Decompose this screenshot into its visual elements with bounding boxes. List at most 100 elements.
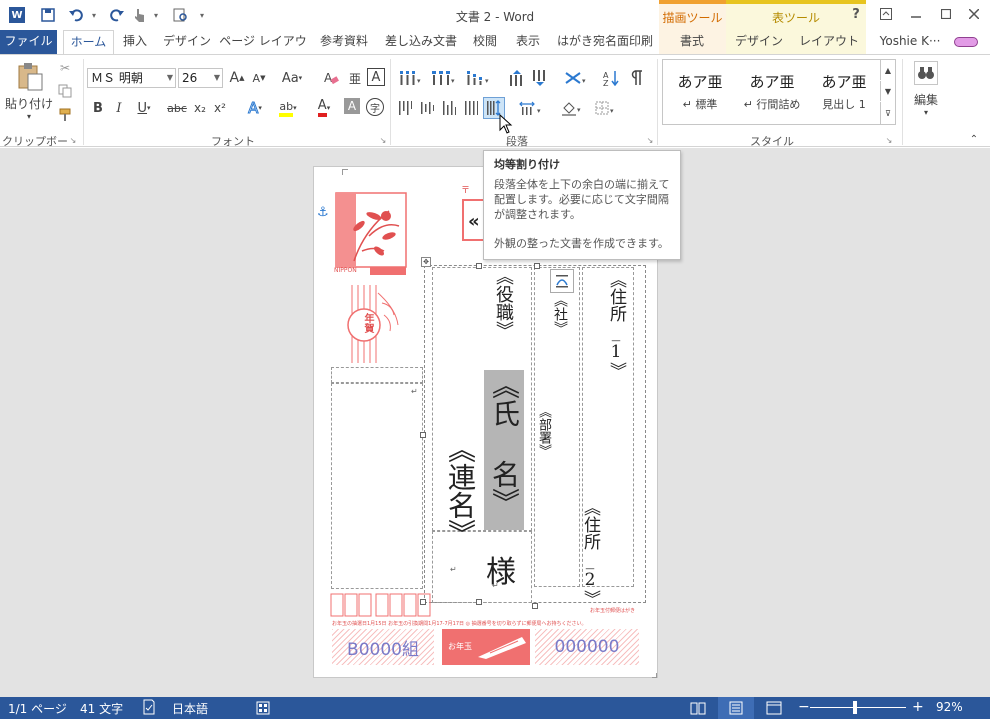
- undo-icon[interactable]: [66, 6, 86, 24]
- style-heading-1[interactable]: あア亜 見出し 1: [810, 59, 878, 117]
- align-bottom-button[interactable]: [440, 98, 458, 118]
- resize-handle[interactable]: [534, 263, 540, 269]
- find-binoculars-icon[interactable]: [914, 61, 938, 85]
- change-case-dropdown-icon[interactable]: ▾: [299, 74, 303, 82]
- phonetic-guide-button[interactable]: 亜: [346, 68, 364, 88]
- zoom-in-button[interactable]: +: [912, 699, 924, 715]
- tab-table-layout[interactable]: レイアウト: [797, 30, 861, 54]
- zoom-level[interactable]: 92%: [936, 700, 963, 714]
- paste-button[interactable]: 貼り付け: [3, 95, 55, 111]
- tab-design[interactable]: デザイン: [160, 30, 214, 54]
- show-hide-marks-button[interactable]: [626, 68, 646, 88]
- tab-home[interactable]: ホーム: [63, 30, 114, 55]
- numbering-button[interactable]: ▾: [428, 68, 458, 88]
- tab-view[interactable]: 表示: [508, 30, 548, 54]
- ribbon-display-options-button[interactable]: [873, 3, 899, 25]
- bullets-button[interactable]: ▾: [396, 68, 424, 88]
- maximize-button[interactable]: [933, 3, 959, 25]
- editing-button[interactable]: 編集: [906, 91, 946, 107]
- font-size-dropdown-icon[interactable]: ▼: [214, 69, 220, 87]
- proofing-icon[interactable]: [142, 699, 156, 718]
- cut-icon[interactable]: ✂: [56, 59, 74, 77]
- superscript-button[interactable]: x²: [211, 98, 229, 118]
- sender-address-frame[interactable]: [331, 383, 423, 589]
- word-app-icon[interactable]: W: [9, 7, 25, 23]
- style-no-spacing[interactable]: あア亜 ↵ 行間詰め: [738, 59, 806, 117]
- subscript-button[interactable]: x₂: [191, 98, 209, 118]
- user-account[interactable]: Yoshie K···: [868, 30, 952, 54]
- sort-button[interactable]: AZ: [601, 68, 621, 88]
- font-name-dropdown-icon[interactable]: ▼: [167, 69, 173, 87]
- asian-layout-button[interactable]: ▾: [561, 68, 591, 88]
- align-top-button[interactable]: [396, 98, 414, 118]
- highlight-dropdown-icon[interactable]: ▾: [293, 104, 297, 112]
- zoom-slider[interactable]: [810, 707, 906, 708]
- collapse-ribbon-icon[interactable]: ⌃: [966, 133, 982, 145]
- underline-button[interactable]: U ▾: [132, 98, 156, 118]
- justify-button[interactable]: [462, 98, 480, 118]
- font-launcher-icon[interactable]: ↘: [378, 135, 388, 145]
- grow-font-button[interactable]: A ▲: [228, 68, 246, 88]
- user-avatar-icon[interactable]: [954, 37, 978, 47]
- clear-formatting-button[interactable]: A: [321, 68, 341, 88]
- clipboard-launcher-icon[interactable]: ↘: [68, 135, 78, 145]
- font-color-button[interactable]: A ▾: [310, 98, 338, 118]
- shading-button[interactable]: ▾: [558, 98, 586, 118]
- resize-handle[interactable]: [532, 603, 538, 609]
- web-layout-icon[interactable]: [766, 701, 782, 718]
- tab-file[interactable]: ファイル: [0, 30, 57, 54]
- tab-insert[interactable]: 挿入: [117, 30, 153, 54]
- zoom-slider-thumb[interactable]: [853, 701, 857, 714]
- tab-mailings[interactable]: 差し込み文書: [379, 30, 463, 54]
- word-count[interactable]: 41 文字: [80, 700, 123, 717]
- line-spacing-button[interactable]: ▾: [516, 98, 546, 118]
- language-indicator[interactable]: 日本語: [172, 700, 208, 717]
- page-count[interactable]: 1/1 ページ: [8, 700, 67, 717]
- text-effects-dropdown-icon[interactable]: ▾: [258, 104, 262, 112]
- layout-options-icon[interactable]: [550, 269, 574, 293]
- tab-format[interactable]: 書式: [664, 30, 720, 54]
- sender-frame[interactable]: [331, 367, 423, 383]
- font-color-dropdown-icon[interactable]: ▾: [327, 104, 331, 112]
- close-button[interactable]: [961, 3, 987, 25]
- tab-references[interactable]: 参考資料: [314, 30, 374, 54]
- customize-qat-icon[interactable]: ▾: [192, 6, 212, 24]
- zoom-out-button[interactable]: −: [798, 699, 810, 715]
- macro-recording-icon[interactable]: [256, 701, 270, 718]
- shrink-font-button[interactable]: A ▼: [250, 68, 268, 88]
- tab-postcard[interactable]: はがき宛名面印刷: [553, 30, 657, 54]
- sender-postal-boxes[interactable]: [330, 593, 434, 617]
- print-preview-icon[interactable]: [170, 6, 190, 24]
- italic-button[interactable]: I: [110, 98, 128, 118]
- format-painter-icon[interactable]: [56, 106, 74, 124]
- copy-icon[interactable]: [56, 82, 74, 100]
- styles-more-icon[interactable]: ⊽: [880, 102, 895, 124]
- table-move-handle-icon[interactable]: ✥: [421, 257, 431, 267]
- paste-icon[interactable]: [14, 61, 46, 93]
- change-case-button[interactable]: Aa ▾: [278, 68, 306, 88]
- highlight-button[interactable]: ab ▾: [274, 98, 302, 118]
- editing-dropdown-icon[interactable]: ▾: [920, 107, 932, 117]
- paste-dropdown-icon[interactable]: ▾: [22, 111, 36, 121]
- undo-dropdown-icon[interactable]: ▾: [84, 6, 104, 24]
- text-effects-button[interactable]: A ▾: [242, 98, 268, 118]
- underline-dropdown-icon[interactable]: ▾: [147, 104, 151, 112]
- save-icon[interactable]: [38, 6, 58, 24]
- styles-scroll-down-icon[interactable]: ▼: [880, 81, 895, 101]
- font-name-combo[interactable]: ＭＳ 明朝 ▼: [87, 68, 176, 88]
- styles-scroll-up-icon[interactable]: ▲: [880, 60, 895, 80]
- enclose-characters-button[interactable]: 字: [366, 98, 384, 116]
- resize-handle[interactable]: [420, 432, 426, 438]
- minimize-button[interactable]: [903, 3, 929, 25]
- styles-launcher-icon[interactable]: ↘: [884, 135, 894, 145]
- style-normal[interactable]: あア亜 ↵ 標準: [666, 59, 734, 117]
- touch-dropdown-icon[interactable]: ▾: [146, 6, 166, 24]
- read-mode-icon[interactable]: [690, 701, 706, 718]
- decrease-indent-button[interactable]: [507, 68, 527, 88]
- borders-button[interactable]: ▾: [592, 98, 620, 118]
- tab-review[interactable]: 校閲: [467, 30, 503, 54]
- print-layout-icon[interactable]: [718, 697, 754, 719]
- resize-handle[interactable]: [476, 263, 482, 269]
- character-shading-button[interactable]: A: [344, 98, 360, 114]
- redo-icon[interactable]: [107, 6, 127, 24]
